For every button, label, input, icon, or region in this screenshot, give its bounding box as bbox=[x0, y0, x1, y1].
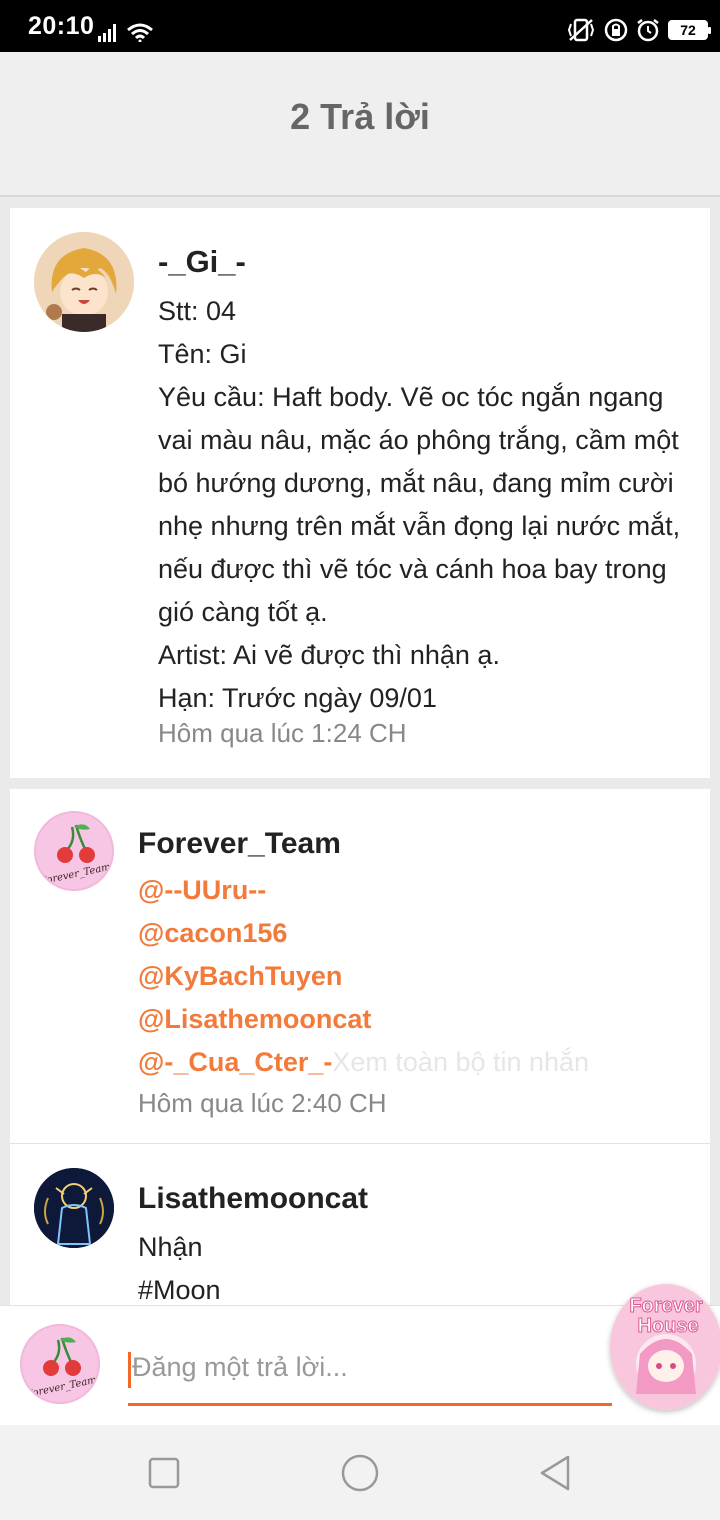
avatar[interactable] bbox=[34, 232, 134, 332]
post-line: Artist: Ai vẽ được thì nhận ạ. bbox=[158, 640, 500, 670]
mention-link[interactable]: @-_Cua_Cter_- bbox=[138, 1047, 332, 1077]
lock-rotation-icon bbox=[604, 18, 628, 42]
reply-item: Lisathemooncat Nhận #Moon bbox=[10, 1144, 710, 1309]
reply-line: #Moon bbox=[138, 1275, 221, 1305]
header: 2 Trả lời bbox=[0, 52, 720, 197]
reply-username[interactable]: Forever_Team bbox=[138, 827, 341, 861]
signal-icon bbox=[98, 24, 116, 42]
post-line: Tên: Gi bbox=[158, 339, 247, 369]
svg-text:Forever_Team: Forever_Team bbox=[38, 862, 111, 888]
moon-avatar-image bbox=[34, 1168, 114, 1248]
reply-input[interactable]: Đăng một trả lời... bbox=[128, 1344, 612, 1406]
cherry-icon: Forever_Team bbox=[38, 824, 112, 888]
mention-link[interactable]: @--UUru-- bbox=[138, 875, 266, 906]
reply-timestamp: Hôm qua lúc 2:40 CH bbox=[138, 1088, 387, 1118]
recents-button-icon[interactable] bbox=[144, 1453, 184, 1493]
post-line: Yêu cầu: Haft body. Vẽ oc tóc ngắn ngang… bbox=[158, 382, 681, 627]
mention-link[interactable]: @cacon156 bbox=[138, 918, 287, 949]
mention-line: @-_Cua_Cter_-Xem toàn bộ tin nhắn bbox=[138, 1047, 589, 1078]
battery-icon: 72 bbox=[668, 20, 711, 40]
reply-item: Forever_Team Forever_Team @--UUru-- @cac… bbox=[10, 789, 710, 1143]
post-body: Stt: 04 Tên: Gi Yêu cầu: Haft body. Vẽ o… bbox=[158, 290, 703, 720]
my-avatar: Forever_Team bbox=[20, 1324, 100, 1404]
forever-house-badge-image: Forever House bbox=[610, 1284, 720, 1410]
wifi-icon bbox=[127, 23, 153, 42]
back-button-icon[interactable] bbox=[536, 1453, 576, 1493]
mention-link[interactable]: @KyBachTuyen bbox=[138, 961, 342, 992]
cherry-icon: Forever_Team bbox=[24, 1337, 98, 1401]
svg-text:House: House bbox=[637, 1315, 698, 1337]
mention-link[interactable]: @Lisathemooncat bbox=[138, 1004, 371, 1035]
anime-avatar-image bbox=[34, 232, 134, 332]
reply-username[interactable]: Lisathemooncat bbox=[138, 1182, 368, 1216]
status-time: 20:10 bbox=[28, 12, 95, 40]
svg-text:Forever: Forever bbox=[629, 1295, 703, 1317]
system-nav-bar bbox=[0, 1425, 720, 1520]
replies-list: Forever_Team Forever_Team @--UUru-- @cac… bbox=[10, 789, 710, 1309]
svg-text:Forever_Team: Forever_Team bbox=[24, 1375, 97, 1401]
page-title: 2 Trả lời bbox=[290, 96, 430, 137]
floating-chat-bubble[interactable]: Forever House bbox=[610, 1284, 720, 1410]
post-username[interactable]: -_Gi_- bbox=[158, 244, 246, 280]
reply-input-placeholder: Đăng một trả lời... bbox=[132, 1352, 348, 1382]
reply-line: Nhận bbox=[138, 1232, 203, 1262]
home-button-icon[interactable] bbox=[340, 1453, 380, 1493]
post-line: Hạn: Trước ngày 09/01 bbox=[158, 683, 437, 713]
alarm-icon bbox=[637, 19, 659, 42]
battery-level: 72 bbox=[680, 22, 696, 38]
see-all-link[interactable]: Xem toàn bộ tin nhắn bbox=[332, 1047, 589, 1077]
status-bar: 20:10 72 bbox=[0, 0, 720, 52]
original-post: -_Gi_- Stt: 04 Tên: Gi Yêu cầu: Haft bod… bbox=[10, 208, 710, 778]
post-line: Stt: 04 bbox=[158, 296, 237, 326]
avatar[interactable] bbox=[34, 1168, 114, 1248]
text-caret bbox=[128, 1352, 131, 1388]
avatar[interactable]: Forever_Team bbox=[34, 811, 114, 891]
vibrate-icon bbox=[567, 18, 595, 42]
post-timestamp: Hôm qua lúc 1:24 CH bbox=[158, 718, 407, 748]
